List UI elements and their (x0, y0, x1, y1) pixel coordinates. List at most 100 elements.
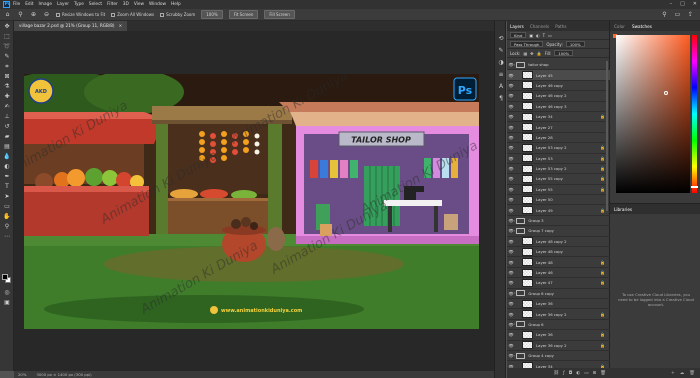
foreground-color-swatch[interactable] (2, 274, 8, 280)
layer-row[interactable]: 👁 Layer 50 (507, 195, 610, 206)
layer-thumbnail[interactable] (522, 195, 533, 204)
layer-group-row[interactable]: 👁 › Group 6 (507, 320, 610, 331)
menu-image[interactable]: Image (39, 2, 52, 7)
layer-thumbnail[interactable] (522, 299, 533, 308)
layers-scrollbar[interactable] (606, 61, 608, 211)
filter-type-icon[interactable]: T (543, 33, 545, 38)
move-tool-icon[interactable]: ✥ (3, 23, 11, 31)
character-icon[interactable]: ¶ (497, 95, 505, 103)
layer-thumbnail[interactable] (522, 206, 533, 215)
layer-row[interactable]: 👁 Layer 55 🔒 (507, 185, 610, 196)
visibility-eye-icon[interactable]: 👁 (508, 145, 514, 150)
fit-screen-button[interactable]: Fit Screen (228, 10, 259, 19)
canvas-area[interactable]: Animation Ki Duniya Animation Ki Duniya … (14, 31, 494, 371)
layer-row[interactable]: 👁 Layer 46 copy 2 (507, 91, 610, 102)
share-icon[interactable]: ⇪ (687, 11, 694, 18)
hue-slider[interactable] (692, 35, 697, 193)
visibility-eye-icon[interactable]: 👁 (508, 197, 514, 202)
layer-name[interactable]: Group 6 (528, 322, 543, 327)
eyedropper-tool-icon[interactable]: ⚗ (3, 83, 11, 91)
visibility-eye-icon[interactable]: 👁 (508, 176, 514, 181)
layer-name[interactable]: Layer 48 copy (536, 249, 563, 254)
visibility-eye-icon[interactable]: 👁 (508, 280, 514, 285)
menu-layer[interactable]: Layer (57, 2, 69, 7)
layer-name[interactable]: Layer 48 (536, 260, 553, 265)
layer-name[interactable]: Layer 45 (536, 73, 553, 78)
layer-name[interactable]: Layer 55 copy (536, 176, 563, 181)
layer-row[interactable]: 👁 Layer 53 copy 2 🔒 (507, 164, 610, 175)
more-tools-icon[interactable]: ⋯ (3, 233, 11, 241)
layer-row[interactable]: 👁 Layer 27 (507, 122, 610, 133)
layer-name[interactable]: Group 7 copy (528, 228, 553, 233)
delete-layer-icon[interactable]: 🗑 (600, 371, 606, 376)
layer-group-row[interactable]: 👁 › Group 6 copy (507, 289, 610, 299)
group-expand-icon[interactable]: › (514, 322, 515, 326)
color-picker-marker[interactable] (664, 91, 668, 95)
layer-row[interactable]: 👁 Layer 36 copy 2 🔒 (507, 309, 610, 320)
properties-icon[interactable]: ≡ (497, 71, 505, 79)
layer-name[interactable]: Layer 46 (536, 270, 553, 275)
lasso-tool-icon[interactable]: ➰ (3, 43, 11, 51)
close-tab-icon[interactable]: × (119, 23, 123, 29)
layer-name[interactable]: Layer 48 copy 2 (536, 239, 567, 244)
layer-row[interactable]: 👁 Layer 53 copy 2 🔒 (507, 143, 610, 154)
layer-row[interactable]: 👁 Layer 48 🔒 (507, 257, 610, 268)
opacity-input[interactable]: 100% (565, 41, 585, 47)
layer-name[interactable]: Layer 28 (536, 135, 553, 140)
layer-name[interactable]: Layer 34 (536, 114, 553, 119)
menu-view[interactable]: View (134, 2, 144, 7)
artwork-canvas[interactable]: Animation Ki Duniya Animation Ki Duniya … (24, 74, 479, 329)
layer-name[interactable]: Layer 36 copy 2 (536, 312, 567, 317)
layer-group-row[interactable]: 👁 › Group 7 copy (507, 226, 610, 237)
menu-type[interactable]: Type (74, 2, 84, 7)
menu-edit[interactable]: Edit (25, 2, 33, 7)
layer-row[interactable]: 👁 Layer 53 🔒 (507, 154, 610, 164)
menu-select[interactable]: Select (89, 2, 102, 7)
document-tab[interactable]: village bazar 2.psd @ 21% (Group 11, RGB… (14, 21, 128, 31)
group-expand-icon[interactable]: › (514, 354, 515, 358)
tab-libraries[interactable]: Libraries (614, 207, 632, 212)
history-brush-tool-icon[interactable]: ↺ (3, 123, 11, 131)
fill-screen-button[interactable]: Fill Screen (264, 10, 295, 19)
layer-row[interactable]: 👁 Layer 34 🔒 (507, 112, 610, 123)
minimize-icon[interactable]: – (670, 1, 673, 7)
layer-thumbnail[interactable] (522, 258, 533, 267)
filter-adjust-icon[interactable]: ◐ (536, 33, 540, 38)
path-select-tool-icon[interactable]: ➤ (3, 193, 11, 201)
visibility-eye-icon[interactable]: 👁 (508, 104, 514, 109)
marquee-tool-icon[interactable]: ⬚ (3, 33, 11, 41)
layer-name[interactable]: Layer 53 (536, 156, 553, 161)
gradient-tool-icon[interactable]: ▤ (3, 143, 11, 151)
layer-thumbnail[interactable] (522, 268, 533, 277)
layer-thumbnail[interactable] (522, 310, 533, 319)
layer-name[interactable]: Layer 36 (536, 332, 553, 337)
quick-mask-icon[interactable]: ◎ (3, 289, 11, 297)
menu-file[interactable]: File (13, 2, 20, 7)
layer-name[interactable]: Layer 27 (536, 125, 553, 130)
layer-row[interactable]: 👁 Layer 46 copy 3 (507, 102, 610, 112)
group-expand-icon[interactable]: › (514, 291, 515, 295)
screen-mode-icon[interactable]: ▣ (3, 299, 11, 307)
resize-windows-checkbox[interactable]: Resize Windows to Fit (56, 12, 105, 17)
layer-thumbnail[interactable] (522, 237, 533, 246)
layer-name[interactable]: Layer 36 (536, 301, 553, 306)
pen-tool-icon[interactable]: ✒ (3, 173, 11, 181)
clone-stamp-tool-icon[interactable]: ⊥ (3, 113, 11, 121)
blend-mode-select[interactable]: Pass Through (510, 41, 544, 47)
tab-channels[interactable]: Channels (530, 24, 549, 29)
visibility-eye-icon[interactable]: 👁 (508, 332, 514, 337)
layer-style-icon[interactable]: ƒ (563, 371, 565, 376)
menu-filter[interactable]: Filter (107, 2, 118, 7)
layer-thumbnail[interactable] (522, 81, 533, 90)
layer-row[interactable]: 👁 Layer 48 copy (507, 247, 610, 258)
lock-pixels-icon[interactable]: ▦ (523, 51, 527, 56)
glyphs-icon[interactable]: A (497, 83, 505, 91)
zoom-tool-icon[interactable]: ⚲ (3, 223, 11, 231)
layer-group-row[interactable]: 👁 › Group 3 (507, 216, 610, 227)
layer-name[interactable]: Layer 53 copy 2 (536, 166, 567, 171)
layer-mask-icon[interactable]: ◘ (569, 371, 573, 376)
healing-brush-tool-icon[interactable]: ✚ (3, 93, 11, 101)
visibility-eye-icon[interactable]: 👁 (508, 187, 514, 192)
menu-window[interactable]: Window (149, 2, 166, 7)
layer-name[interactable]: Layer 49 (536, 208, 553, 213)
